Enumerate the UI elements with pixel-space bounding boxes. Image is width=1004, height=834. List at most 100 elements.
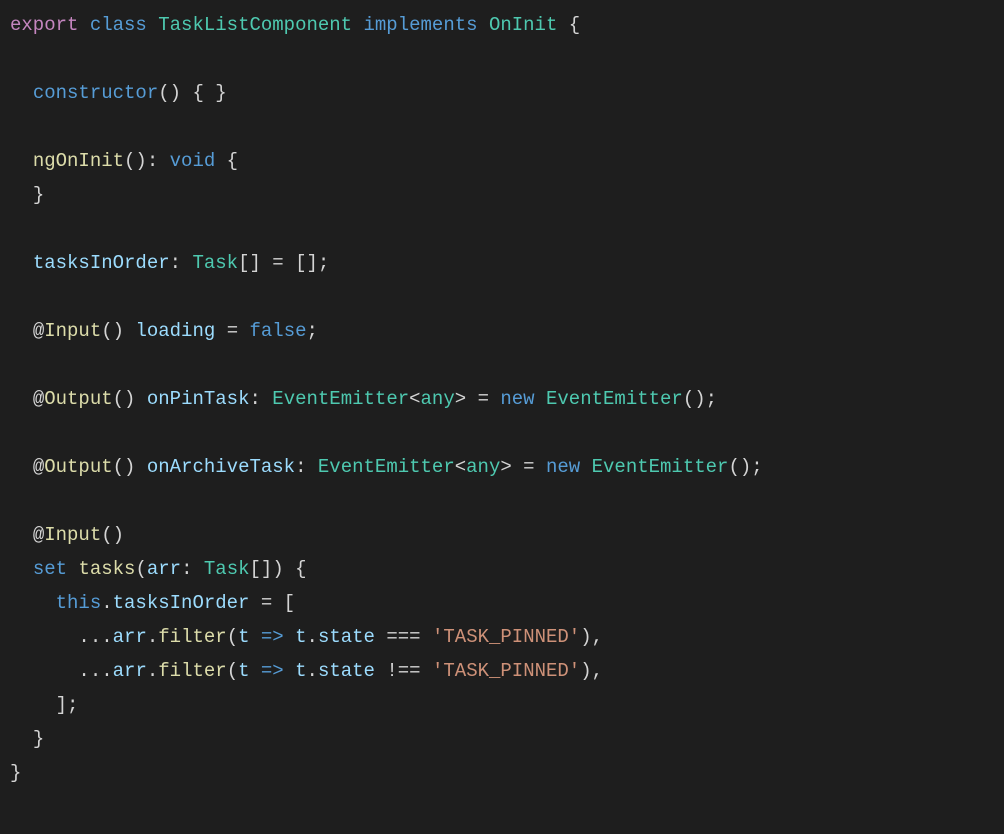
- code-line: set tasks(arr: Task[]) {: [10, 558, 307, 580]
- property-ref: state: [318, 626, 375, 648]
- type-name: Task: [192, 252, 238, 274]
- equals: =: [523, 456, 534, 478]
- keyword-class: class: [90, 14, 147, 36]
- bracket-close: ]: [56, 694, 67, 716]
- semicolon: ;: [67, 694, 78, 716]
- array-literal: []: [295, 252, 318, 274]
- at-sign: @: [33, 320, 44, 342]
- code-line: ngOnInit(): void {: [10, 150, 238, 172]
- code-line: }: [10, 184, 44, 206]
- var-ref: arr: [113, 660, 147, 682]
- param: t: [238, 626, 249, 648]
- paren-close: ): [272, 558, 283, 580]
- brace-open: {: [295, 558, 306, 580]
- code-line: }: [10, 728, 44, 750]
- string-literal: 'TASK_PINNED': [432, 626, 580, 648]
- operator-neq: !==: [386, 660, 420, 682]
- code-line: ];: [10, 694, 78, 716]
- keyword-set: set: [33, 558, 67, 580]
- angle-close: >: [455, 388, 466, 410]
- brace-close: }: [10, 762, 21, 784]
- decorator-output: Output: [44, 456, 112, 478]
- at-sign: @: [33, 456, 44, 478]
- code-line: export class TaskListComponent implement…: [10, 14, 580, 36]
- angle-open: <: [455, 456, 466, 478]
- dot: .: [101, 592, 112, 614]
- brace-open: {: [569, 14, 580, 36]
- property-name: tasksInOrder: [33, 252, 170, 274]
- brace-open: {: [227, 150, 238, 172]
- property-ref: state: [318, 660, 375, 682]
- constructor-type: EventEmitter: [592, 456, 729, 478]
- dot: .: [147, 626, 158, 648]
- semicolon: ;: [318, 252, 329, 274]
- method-filter: filter: [158, 660, 226, 682]
- code-line: this.tasksInOrder = [: [10, 592, 295, 614]
- parens: (): [158, 82, 181, 104]
- call-parens: (): [683, 388, 706, 410]
- constructor-keyword: constructor: [33, 82, 158, 104]
- comma: ,: [592, 660, 603, 682]
- code-line: @Output() onPinTask: EventEmitter<any> =…: [10, 388, 717, 410]
- paren-close: ): [580, 626, 591, 648]
- code-line: }: [10, 762, 21, 784]
- param: t: [295, 626, 306, 648]
- setter-name: tasks: [78, 558, 135, 580]
- string-literal: 'TASK_PINNED': [432, 660, 580, 682]
- keyword-export: export: [10, 14, 78, 36]
- param-name: arr: [147, 558, 181, 580]
- comma: ,: [592, 626, 603, 648]
- array-brackets: []: [238, 252, 261, 274]
- property-ref: tasksInOrder: [113, 592, 250, 614]
- colon: :: [147, 150, 158, 172]
- equals: =: [227, 320, 238, 342]
- method-name: ngOnInit: [33, 150, 124, 172]
- dot: .: [307, 626, 318, 648]
- keyword-new: new: [546, 456, 580, 478]
- parens: (): [113, 388, 136, 410]
- spread: ...: [78, 626, 112, 648]
- var-ref: arr: [113, 626, 147, 648]
- arrow: =>: [261, 660, 284, 682]
- keyword-this: this: [56, 592, 102, 614]
- brace-close: }: [33, 184, 44, 206]
- code-line: ...arr.filter(t => t.state !== 'TASK_PIN…: [10, 660, 603, 682]
- semicolon: ;: [751, 456, 762, 478]
- dot: .: [307, 660, 318, 682]
- property-name: onArchiveTask: [147, 456, 295, 478]
- type-name: EventEmitter: [272, 388, 409, 410]
- colon: :: [181, 558, 192, 580]
- parens: (): [101, 320, 124, 342]
- class-name: TaskListComponent: [158, 14, 352, 36]
- property-name: loading: [135, 320, 215, 342]
- array-brackets: []: [250, 558, 273, 580]
- brace-close: }: [33, 728, 44, 750]
- equals: =: [261, 592, 272, 614]
- colon: :: [249, 388, 260, 410]
- at-sign: @: [33, 388, 44, 410]
- interface-name: OnInit: [489, 14, 557, 36]
- constructor-type: EventEmitter: [546, 388, 683, 410]
- arrow: =>: [261, 626, 284, 648]
- keyword-implements: implements: [364, 14, 478, 36]
- property-name: onPinTask: [147, 388, 250, 410]
- braces: { }: [192, 82, 226, 104]
- type-name: Task: [204, 558, 250, 580]
- colon: :: [170, 252, 181, 274]
- decorator-input: Input: [44, 524, 101, 546]
- code-line: @Output() onArchiveTask: EventEmitter<an…: [10, 456, 763, 478]
- parens: (): [113, 456, 136, 478]
- code-editor[interactable]: export class TaskListComponent implement…: [0, 0, 1004, 798]
- spread: ...: [78, 660, 112, 682]
- keyword-new: new: [500, 388, 534, 410]
- code-line: constructor() { }: [10, 82, 227, 104]
- code-line: tasksInOrder: Task[] = [];: [10, 252, 329, 274]
- at-sign: @: [33, 524, 44, 546]
- call-parens: (): [728, 456, 751, 478]
- param: t: [295, 660, 306, 682]
- code-line: ...arr.filter(t => t.state === 'TASK_PIN…: [10, 626, 603, 648]
- paren-open: (: [227, 626, 238, 648]
- literal-false: false: [250, 320, 307, 342]
- equals: =: [478, 388, 489, 410]
- decorator-output: Output: [44, 388, 112, 410]
